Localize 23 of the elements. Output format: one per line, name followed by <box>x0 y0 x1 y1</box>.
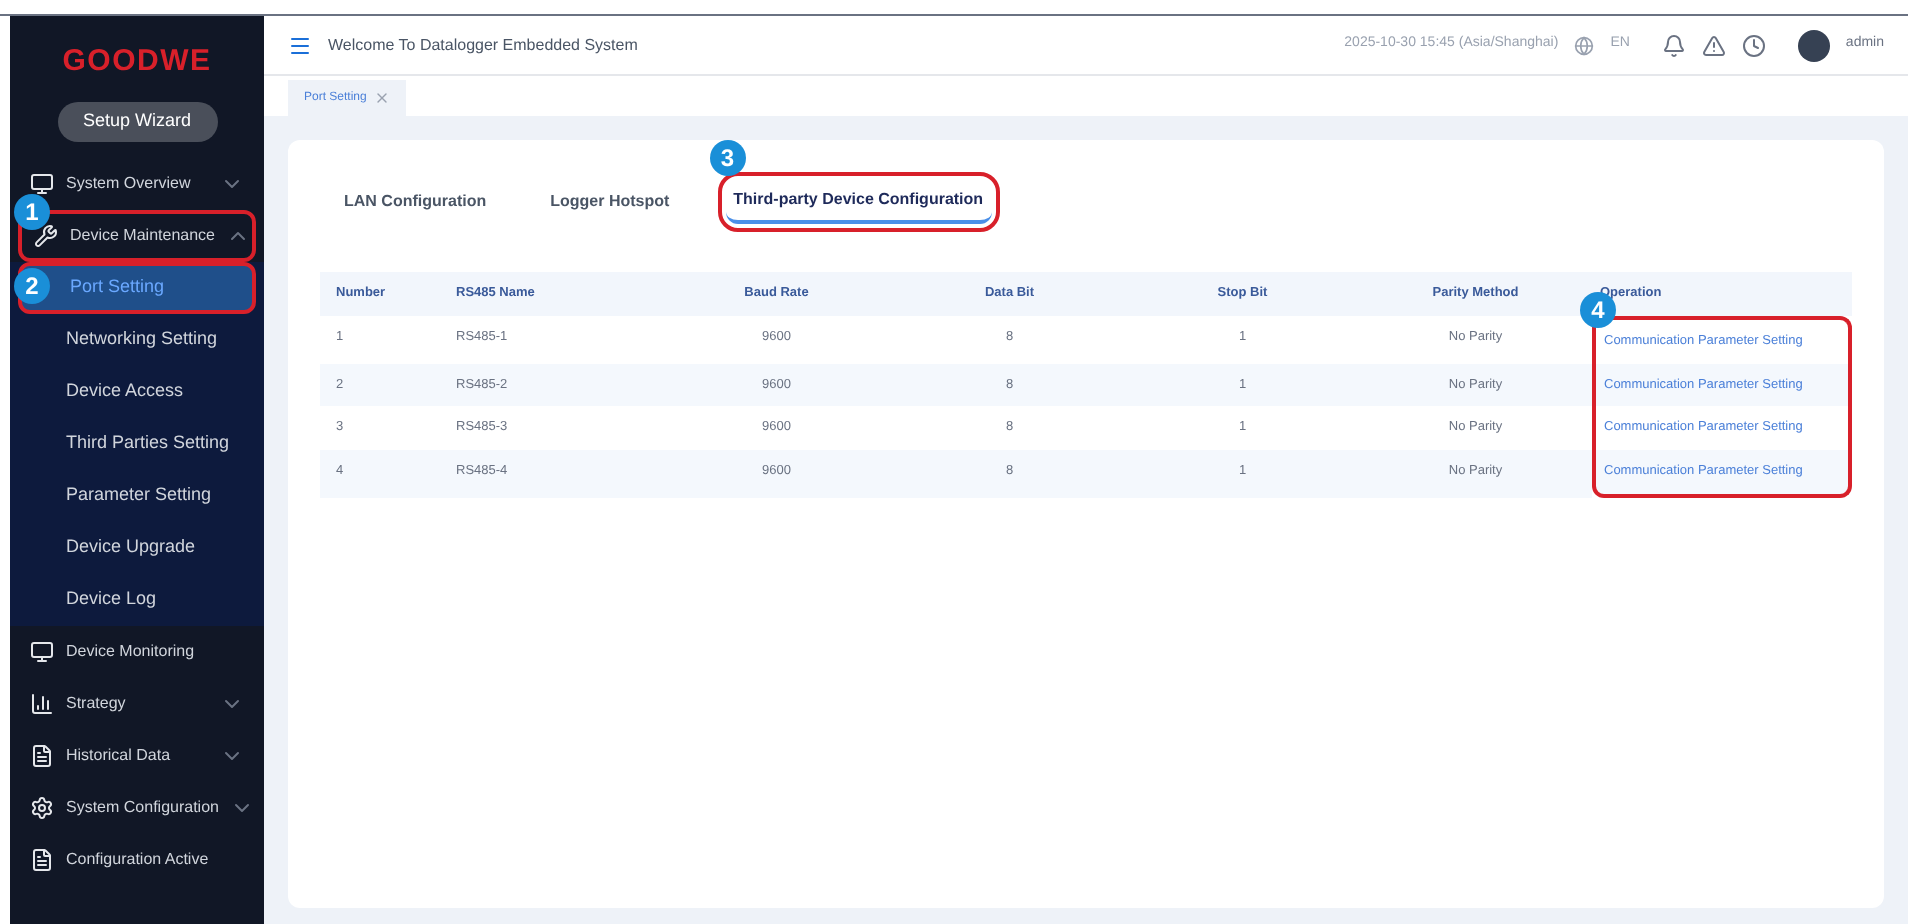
submenu-item[interactable]: Third Parties Setting <box>18 417 256 469</box>
sidebar-item[interactable]: System Configuration <box>18 781 256 833</box>
tab[interactable]: LAN Configuration <box>336 182 495 222</box>
sidebar-item[interactable]: Device Monitoring <box>18 625 256 677</box>
submenu-item[interactable]: Device Log <box>18 573 256 625</box>
header-title: Welcome To Datalogger Embedded System <box>328 33 640 57</box>
globe-icon <box>1574 35 1595 55</box>
submenu-item[interactable]: Device Upgrade <box>18 521 256 573</box>
setup-wizard-button[interactable]: Setup Wizard <box>57 101 217 141</box>
callout-number: 1 <box>14 193 50 229</box>
submenu-item[interactable]: Parameter Setting <box>18 469 256 521</box>
sidebar-item[interactable]: Strategy <box>18 677 256 729</box>
avatar[interactable] <box>1797 29 1830 61</box>
sidebar-item[interactable]: Historical Data <box>18 729 256 781</box>
submenu-item[interactable]: Networking Setting <box>18 313 256 365</box>
sidebar-item[interactable]: Configuration Active <box>18 833 256 885</box>
clock-icon[interactable] <box>1741 33 1766 57</box>
callout-number: 3 <box>709 140 746 176</box>
bell-icon[interactable] <box>1661 33 1686 57</box>
warning-icon[interactable] <box>1701 33 1726 57</box>
logo: GOODWE <box>60 42 214 82</box>
tab[interactable]: Logger Hotspot <box>542 182 678 222</box>
submenu-item[interactable]: Device Access <box>18 365 256 417</box>
